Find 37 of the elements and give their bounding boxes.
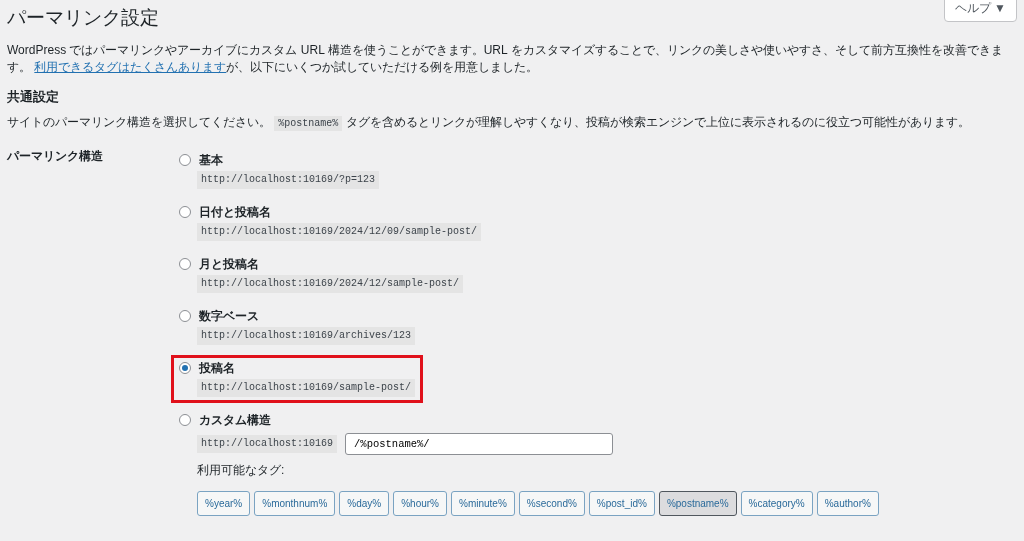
url-prefix: http://localhost:10169 xyxy=(197,434,338,453)
section-description: サイトのパーマリンク構造を選択してください。 %postname% タグを含めるとリンクが理解しやすくなり、投稿が検索エンジンで上位に表示されるのに役立つ可能性があります。 xyxy=(7,113,971,131)
url-example: http://localhost:10169/sample-post/ xyxy=(197,378,416,397)
tag-button[interactable]: %second% xyxy=(518,490,585,516)
tag-button[interactable]: %day% xyxy=(339,490,390,516)
tag-button[interactable]: %hour% xyxy=(393,490,447,516)
tag-button[interactable]: %author% xyxy=(816,490,879,516)
option-label: 月と投稿名 xyxy=(199,256,259,272)
page-title: パーマリンク設定 xyxy=(7,7,159,30)
tag-button[interactable]: %postname% xyxy=(658,490,737,516)
section-heading: 共通設定 xyxy=(7,89,60,105)
url-example: http://localhost:10169/2024/12/sample-post/ xyxy=(197,274,464,293)
tag-button[interactable]: %post_id% xyxy=(588,490,655,516)
option-label: 日付と投稿名 xyxy=(199,204,271,220)
url-example: http://localhost:10169/2024/12/09/sample-post/ xyxy=(197,222,482,241)
intro-paragraph: WordPress ではパーマリンクやアーカイブにカスタム URL 構造を使うことができます。URL をカスタマイズすることで、リンクの美しさや使いやすさ、そして前方互換性を改善できます。 利用できるタグはたくさんありますが、以下にいくつか試していただける例を用意しました。 xyxy=(7,41,1004,76)
field-label: パーマリンク構造 xyxy=(7,147,104,165)
url-example: http://localhost:10169/archives/123 xyxy=(197,326,416,345)
tag-button[interactable]: %minute% xyxy=(451,490,515,516)
option-label: 数字ベース xyxy=(199,308,259,324)
tags-label: 利用可能なタグ: xyxy=(197,461,286,479)
tag-button[interactable]: %year% xyxy=(197,490,251,516)
radio-button[interactable] xyxy=(179,414,191,427)
tag-button[interactable]: %monthnum% xyxy=(254,490,336,516)
option-label: 投稿名 xyxy=(199,360,235,376)
option-label: カスタム構造 xyxy=(199,412,271,428)
help-button[interactable]: ヘルプ ▼ xyxy=(943,0,1017,22)
radio-button[interactable] xyxy=(179,310,191,323)
radio-button[interactable] xyxy=(179,206,191,219)
link[interactable]: 利用できるタグはたくさんあります xyxy=(34,59,227,74)
url-example: http://localhost:10169/?p=123 xyxy=(197,170,380,189)
radio-button[interactable] xyxy=(179,362,191,375)
option-label: 基本 xyxy=(199,152,223,168)
radio-button[interactable] xyxy=(179,154,191,167)
tag-button[interactable]: %category% xyxy=(740,490,813,516)
custom-structure-field[interactable]: /%postname%/ xyxy=(345,432,614,455)
radio-button[interactable] xyxy=(179,258,191,271)
